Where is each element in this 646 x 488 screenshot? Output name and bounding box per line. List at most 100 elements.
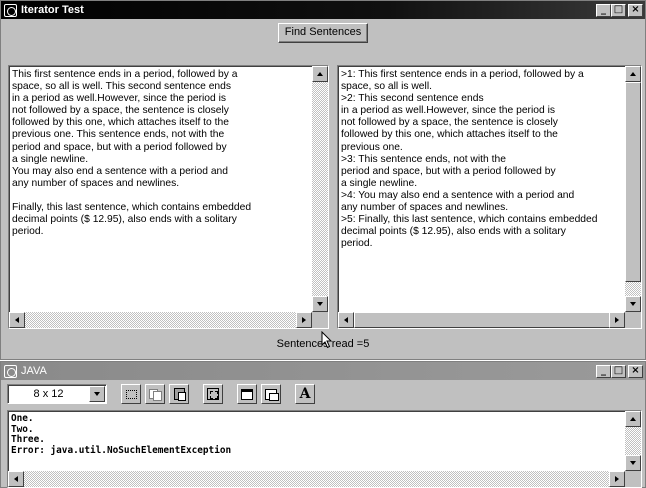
mark-button[interactable] (121, 384, 141, 404)
text-line: not followed by a space, the sentence is… (340, 117, 558, 129)
output-text: >1: This first sentence ends in a period… (341, 69, 624, 311)
iterator-test-window: Iterator Test _ □ × Find Sentences This … (0, 0, 646, 360)
arrow-up-icon (630, 417, 636, 421)
text-line: a single newline. (340, 177, 418, 189)
output-text-area[interactable]: >1: This first sentence ends in a period… (336, 65, 642, 329)
fullscreen-button[interactable] (203, 384, 223, 404)
maximize-button[interactable]: □ (611, 3, 626, 17)
paste-button[interactable] (169, 384, 189, 404)
mouse-cursor-icon (321, 331, 333, 349)
title-bar[interactable]: JAVA _ □ × (1, 362, 645, 380)
window-title: JAVA (21, 365, 47, 377)
input-vertical-scrollbar[interactable] (311, 66, 328, 312)
arrow-left-icon (15, 317, 19, 323)
system-menu-icon[interactable] (4, 3, 17, 17)
java-console-window: JAVA _ □ × 8 x 12 A One. Two. Three. Error:… (0, 361, 646, 488)
input-horizontal-scrollbar[interactable] (9, 312, 312, 328)
console-toolbar: 8 x 12 A (1, 380, 645, 408)
scrollbar-corner (625, 312, 641, 328)
close-button[interactable]: × (628, 364, 643, 378)
scroll-right-button[interactable] (609, 312, 625, 328)
text-line (12, 190, 311, 202)
scroll-left-button[interactable] (9, 312, 25, 328)
chevron-down-icon (94, 392, 100, 396)
text-line: in a period as well.However, since the p… (340, 105, 556, 117)
maximize-button[interactable]: □ (611, 364, 626, 378)
scrollbar-corner (311, 312, 328, 328)
text-line: period and space, but with a period foll… (12, 141, 227, 153)
arrow-down-icon (630, 302, 636, 306)
text-line: space, so all is well. This second sente… (12, 81, 232, 93)
text-line: One. (11, 414, 34, 424)
text-line: any number of spaces and newlines. (12, 177, 180, 189)
text-line: >1: This first sentence ends in a period… (340, 69, 584, 80)
arrow-up-icon (316, 72, 323, 76)
text-line: Two. (11, 423, 34, 435)
scroll-thumb[interactable] (625, 82, 641, 282)
text-line: decimal points ($ 12.95), also ends with… (340, 226, 566, 238)
text-line: >3: This sentence ends, not with the (340, 153, 506, 165)
arrow-right-icon (615, 476, 619, 482)
console-output[interactable]: One. Two. Three. Error: java.util.NoSuchEle… (7, 410, 642, 488)
text-line: You may also end a sentence with a perio… (12, 165, 229, 177)
arrow-right-icon (301, 317, 306, 323)
console-horizontal-scrollbar[interactable] (8, 471, 625, 487)
scroll-thumb[interactable] (353, 312, 610, 328)
text-line: period and space, but with a period foll… (340, 165, 556, 177)
dropdown-button[interactable] (89, 386, 105, 402)
scroll-up-button[interactable] (311, 66, 328, 82)
minimize-button[interactable]: _ (596, 364, 611, 378)
text-line: any number of spaces and newlines. (340, 202, 509, 214)
input-text-area[interactable]: This first sentence ends in a period, fo… (8, 65, 329, 329)
text-line: previous one. (340, 141, 403, 153)
text-line: in a period as well.However, since the p… (12, 93, 227, 105)
properties-icon (241, 388, 253, 400)
scrollbar-corner (625, 471, 641, 487)
copy-button[interactable] (145, 384, 165, 404)
fullscreen-icon (207, 388, 219, 400)
paste-icon (173, 388, 186, 401)
arrow-up-icon (630, 72, 636, 76)
text-line: Error: java.util.NoSuchElementException (11, 444, 232, 456)
output-vertical-scrollbar[interactable] (625, 66, 641, 312)
minimize-button[interactable]: _ (596, 3, 611, 17)
text-line: Finally, this last sentence, which conta… (12, 202, 252, 214)
mark-icon (125, 389, 137, 399)
text-line: decimal points ($ 12.95), also ends with… (12, 214, 237, 226)
scroll-down-button[interactable] (625, 296, 641, 312)
text-line: followed by this one, which attaches its… (12, 117, 229, 129)
title-bar[interactable]: Iterator Test _ □ × (1, 1, 645, 19)
text-line: not followed by a space, the sentence is… (12, 105, 229, 117)
font-size-value: 8 x 12 (33, 388, 64, 400)
input-text: This first sentence ends in a period, fo… (12, 69, 311, 311)
arrow-right-icon (615, 317, 619, 323)
scroll-up-button[interactable] (625, 66, 641, 82)
arrow-down-icon (630, 461, 636, 465)
scroll-down-button[interactable] (311, 296, 328, 312)
scroll-right-button[interactable] (609, 471, 625, 487)
text-line: Three. (11, 434, 45, 445)
close-button[interactable]: × (628, 3, 643, 17)
copy-icon (149, 389, 162, 401)
arrow-down-icon (316, 302, 323, 306)
scroll-left-button[interactable] (337, 312, 354, 328)
font-button[interactable]: A (295, 384, 315, 404)
properties-button[interactable] (237, 384, 257, 404)
find-sentences-button[interactable]: Find Sentences (277, 23, 369, 43)
text-line: >2: This second sentence ends (340, 93, 484, 105)
arrow-left-icon (14, 476, 18, 482)
font-size-select[interactable]: 8 x 12 (7, 384, 107, 404)
text-line: previous one. This sentence ends, not wi… (12, 129, 225, 141)
text-line: a single newline. (12, 153, 89, 165)
text-line: >5: Finally, this last sentence, which c… (340, 214, 598, 226)
console-vertical-scrollbar[interactable] (625, 411, 641, 471)
system-menu-icon[interactable] (4, 364, 17, 378)
text-line: space, so all is well. (340, 81, 432, 93)
scroll-right-button[interactable] (295, 312, 312, 328)
background-button[interactable] (261, 384, 281, 404)
output-horizontal-scrollbar[interactable] (337, 312, 625, 328)
window-title: Iterator Test (21, 4, 84, 16)
scroll-down-button[interactable] (625, 455, 641, 471)
scroll-up-button[interactable] (625, 411, 641, 427)
scroll-left-button[interactable] (8, 471, 24, 487)
